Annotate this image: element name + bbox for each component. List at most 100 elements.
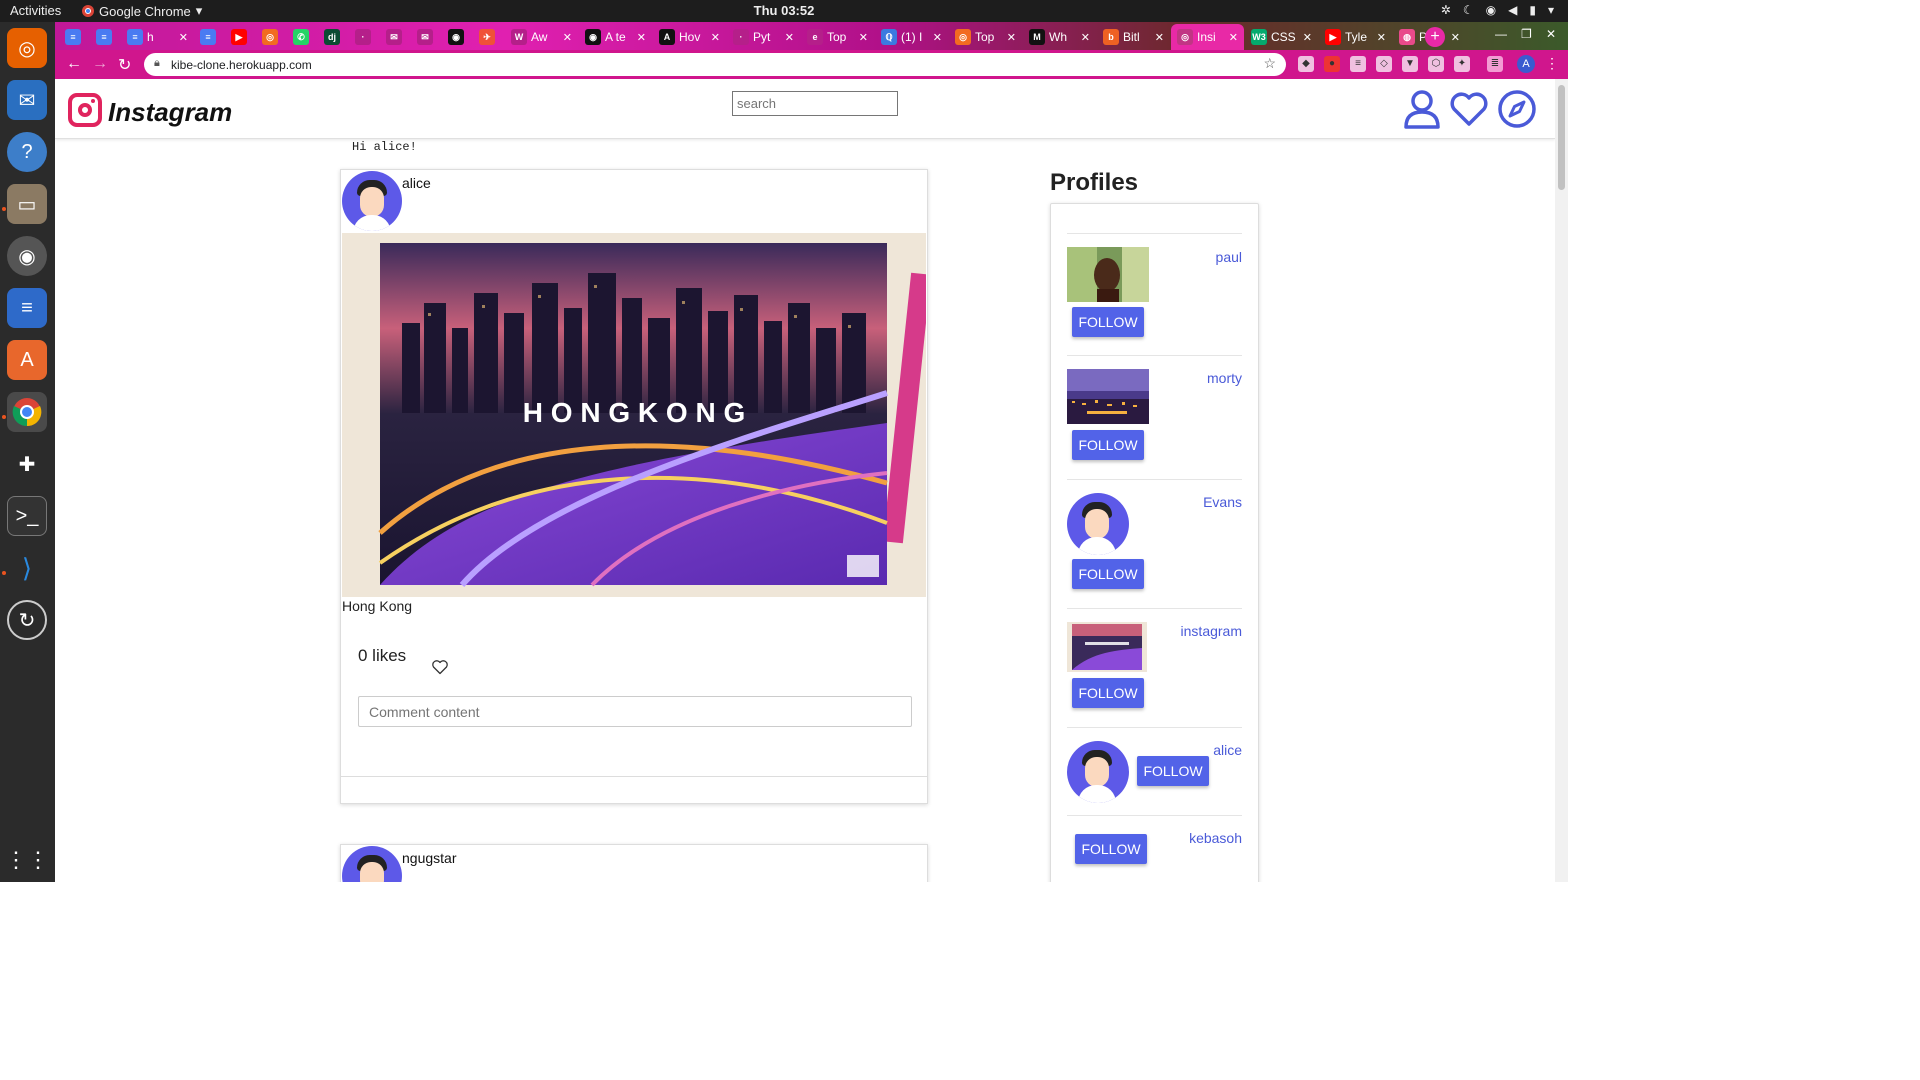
- shield-icon[interactable]: ▼: [1402, 56, 1418, 72]
- browser-tab[interactable]: ◉: [442, 24, 473, 50]
- browser-tab[interactable]: ✉: [380, 24, 411, 50]
- close-tab-icon[interactable]: ✕: [1451, 31, 1460, 44]
- slack-tray-icon[interactable]: ✲: [1441, 3, 1451, 17]
- profile-avatar[interactable]: [1067, 741, 1129, 803]
- forward-icon[interactable]: →: [92, 55, 108, 73]
- rhythmbox-icon[interactable]: ◉: [7, 236, 47, 276]
- profile-username[interactable]: Evans: [1203, 494, 1242, 510]
- thunderbird-icon[interactable]: ✉: [7, 80, 47, 120]
- close-tab-icon[interactable]: ✕: [1155, 31, 1164, 44]
- follow-button[interactable]: FOLLOW: [1072, 307, 1144, 337]
- browser-tab[interactable]: ▶ Tyle ✕: [1319, 24, 1392, 50]
- software-center-icon[interactable]: A: [7, 340, 47, 380]
- minimize-icon[interactable]: —: [1495, 27, 1507, 41]
- browser-tab[interactable]: ≡ h ✕: [121, 24, 194, 50]
- browser-tab[interactable]: ▶: [225, 24, 256, 50]
- user-avatar[interactable]: [342, 171, 402, 231]
- profile-username[interactable]: morty: [1207, 370, 1242, 386]
- app-menu[interactable]: Google Chrome ▾: [82, 3, 202, 19]
- browser-tab[interactable]: M Wh ✕: [1023, 24, 1096, 50]
- back-icon[interactable]: ←: [66, 55, 82, 73]
- heart-icon[interactable]: [1449, 89, 1489, 129]
- profile-avatar[interactable]: A: [1517, 55, 1535, 73]
- scrollbar-thumb[interactable]: [1558, 85, 1565, 190]
- close-tab-icon[interactable]: ✕: [1303, 31, 1312, 44]
- follow-button[interactable]: FOLLOW: [1072, 559, 1144, 589]
- maximize-icon[interactable]: ❐: [1521, 27, 1532, 41]
- lock-icon[interactable]: 🔒︎: [154, 57, 160, 70]
- profile-photo[interactable]: [1067, 622, 1147, 672]
- new-tab-button[interactable]: +: [1425, 27, 1445, 47]
- browser-tab[interactable]: ◎ Top ✕: [949, 24, 1022, 50]
- close-tab-icon[interactable]: ✕: [563, 31, 572, 44]
- browser-tab[interactable]: ◎: [256, 24, 287, 50]
- show-apps-icon[interactable]: ⋮⋮: [5, 840, 49, 880]
- bookmark-star-icon[interactable]: ☆: [1263, 55, 1276, 72]
- profile-username[interactable]: alice: [1213, 742, 1242, 758]
- address-bar[interactable]: 🔒︎ kibe-clone.herokuapp.com ☆: [144, 53, 1286, 76]
- post-image[interactable]: H O N G K O N G: [342, 233, 926, 597]
- writer-icon[interactable]: ≡: [7, 288, 47, 328]
- puzzle-icon[interactable]: ✦: [1454, 56, 1470, 72]
- profile-username[interactable]: paul: [1216, 249, 1242, 265]
- close-tab-icon[interactable]: ✕: [711, 31, 720, 44]
- close-tab-icon[interactable]: ✕: [1081, 31, 1090, 44]
- close-tab-icon[interactable]: ✕: [1007, 31, 1016, 44]
- firefox-icon[interactable]: ◎: [7, 28, 47, 68]
- profile-icon[interactable]: [1402, 89, 1442, 129]
- compass-icon[interactable]: [1497, 89, 1537, 129]
- follow-button[interactable]: FOLLOW: [1072, 430, 1144, 460]
- post-username[interactable]: ngugstar: [402, 850, 456, 866]
- like-heart-icon[interactable]: [431, 658, 449, 676]
- reading-list-icon[interactable]: ≣: [1487, 56, 1503, 72]
- system-tray[interactable]: ✲ ☾ ◉ ◀ ▮ ▾: [1441, 3, 1554, 17]
- extension-icon[interactable]: ●: [1324, 56, 1340, 72]
- close-tab-icon[interactable]: ✕: [179, 31, 188, 44]
- browser-tab[interactable]: W Aw ✕: [505, 24, 578, 50]
- browser-tab[interactable]: dj: [318, 24, 349, 50]
- profile-photo[interactable]: [1067, 247, 1149, 302]
- browser-tab[interactable]: ℚ (1) I ✕: [875, 24, 948, 50]
- browser-tab[interactable]: ✉: [411, 24, 442, 50]
- page-scrollbar[interactable]: [1555, 79, 1568, 882]
- follow-button[interactable]: FOLLOW: [1137, 756, 1209, 786]
- close-tab-icon[interactable]: ✕: [637, 31, 646, 44]
- brand-link[interactable]: Instagram: [68, 91, 232, 128]
- menu-icon[interactable]: ⋮: [1545, 55, 1559, 72]
- browser-tab[interactable]: ◎ Insi ✕: [1171, 24, 1244, 50]
- terminal-icon[interactable]: >_: [7, 496, 47, 536]
- follow-button[interactable]: FOLLOW: [1072, 678, 1144, 708]
- close-tab-icon[interactable]: ✕: [1229, 31, 1238, 44]
- browser-tab[interactable]: ✆: [287, 24, 318, 50]
- clock[interactable]: Thu 03:52: [754, 3, 815, 18]
- browser-tab[interactable]: ≡: [59, 24, 90, 50]
- browser-tab[interactable]: · Pyt ✕: [727, 24, 800, 50]
- browser-tab[interactable]: ≡: [194, 24, 225, 50]
- help-icon[interactable]: ?: [7, 132, 47, 172]
- extension-icon[interactable]: ◆: [1298, 56, 1314, 72]
- browser-tab[interactable]: W3 CSS ✕: [1245, 24, 1318, 50]
- close-tab-icon[interactable]: ✕: [859, 31, 868, 44]
- profile-username[interactable]: kebasoh: [1189, 830, 1242, 846]
- follow-button[interactable]: FOLLOW: [1075, 834, 1147, 864]
- chrome-icon[interactable]: [7, 392, 47, 432]
- url-text[interactable]: kibe-clone.herokuapp.com: [171, 58, 312, 72]
- updater-icon[interactable]: ↻: [7, 600, 47, 640]
- post-username[interactable]: alice: [402, 175, 431, 191]
- slack-icon[interactable]: ✚: [7, 444, 47, 484]
- search-input[interactable]: [732, 91, 898, 116]
- browser-tab[interactable]: ◉ A te ✕: [579, 24, 652, 50]
- profile-username[interactable]: instagram: [1181, 623, 1242, 639]
- close-tab-icon[interactable]: ✕: [1377, 31, 1386, 44]
- comment-input[interactable]: [358, 696, 912, 727]
- profile-photo[interactable]: [1067, 369, 1149, 424]
- close-tab-icon[interactable]: ✕: [933, 31, 942, 44]
- extension-icon[interactable]: ◇: [1376, 56, 1392, 72]
- user-avatar[interactable]: [342, 846, 402, 882]
- vscode-icon[interactable]: ⟩: [7, 548, 47, 588]
- profile-avatar[interactable]: [1067, 493, 1129, 555]
- browser-tab[interactable]: e Top ✕: [801, 24, 874, 50]
- reload-icon[interactable]: ↻: [118, 55, 131, 75]
- extension-icon[interactable]: ≡: [1350, 56, 1366, 72]
- files-icon[interactable]: ▭: [7, 184, 47, 224]
